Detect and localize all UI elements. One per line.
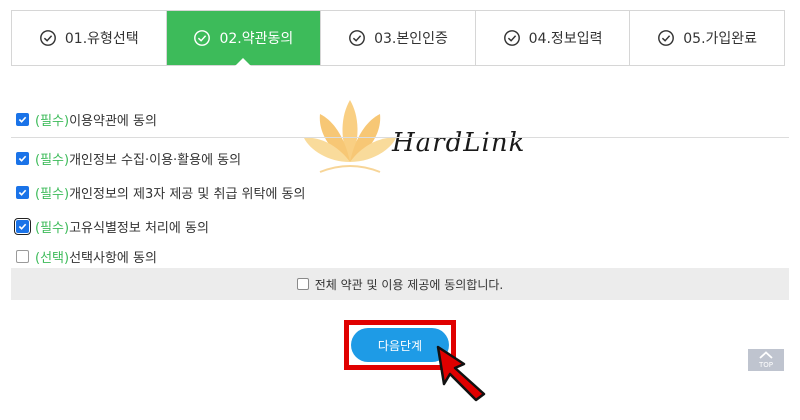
optional-tag: (선택) [35, 251, 70, 266]
agree-all-checkbox[interactable] [296, 278, 309, 290]
required-tag: (필수) [35, 114, 70, 129]
agreement-label: 고유식별정보 처리에 동의 [69, 221, 209, 236]
checkbox-checked[interactable] [16, 186, 29, 199]
step-signup-complete: 05.가입완료 [630, 11, 784, 65]
step-label: 02.약관동의 [219, 31, 294, 47]
step-identity-verify: 03.본인인증 [321, 11, 476, 65]
agreement-third-party[interactable]: (필수) 개인정보의 제3자 제공 및 취급 위탁에 동의 [16, 183, 305, 202]
required-tag: (필수) [35, 187, 70, 202]
step-label: 04.정보입력 [528, 31, 603, 47]
step-label: 01.유형선택 [64, 31, 139, 47]
signup-steps: 01.유형선택 02.약관동의 03.본인인증 04.정보입력 05.가입완료 [11, 10, 785, 66]
required-tag: (필수) [35, 221, 70, 236]
agreement-optional[interactable]: (선택) 선택사항에 동의 [16, 247, 157, 266]
chevron-up-icon [759, 351, 773, 359]
scroll-top-button[interactable]: TOP [748, 349, 784, 371]
watermark-text: HardLink [392, 128, 526, 158]
top-label: TOP [758, 361, 773, 369]
arrow-cursor-icon [436, 345, 486, 402]
agreement-privacy-collection[interactable]: (필수) 개인정보 수집·이용·활용에 동의 [16, 149, 241, 168]
checkbox-checked[interactable] [16, 152, 29, 165]
agreement-label: 개인정보 수집·이용·활용에 동의 [69, 153, 242, 168]
checkbox-checked[interactable] [14, 218, 31, 235]
agreement-unique-id[interactable]: (필수) 고유식별정보 처리에 동의 [14, 217, 209, 236]
checkbox-checked[interactable] [16, 113, 29, 126]
required-tag: (필수) [35, 153, 70, 168]
agreement-label: 개인정보의 제3자 제공 및 취급 위탁에 동의 [69, 187, 306, 202]
checkbox-unchecked[interactable] [16, 250, 29, 263]
agreement-terms[interactable]: (필수) 이용약관에 동의 [16, 110, 157, 129]
check-circle-icon [39, 30, 56, 46]
check-circle-icon [658, 30, 675, 46]
step-type-select: 01.유형선택 [12, 11, 167, 65]
agreement-label: 이용약관에 동의 [69, 114, 157, 129]
check-circle-icon [194, 30, 211, 46]
step-terms-agree: 02.약관동의 [166, 11, 322, 65]
check-circle-icon [503, 30, 520, 46]
step-label: 03.본인인증 [374, 31, 448, 47]
agreement-label: 선택사항에 동의 [69, 251, 157, 266]
agree-all-label: 전체 약관 및 이용 제공에 동의합니다. [314, 277, 504, 292]
divider [11, 137, 789, 138]
step-info-input: 04.정보입력 [476, 11, 631, 65]
agree-all-bar[interactable]: 전체 약관 및 이용 제공에 동의합니다. [11, 268, 789, 300]
check-circle-icon [349, 30, 365, 46]
step-label: 05.가입완료 [683, 31, 758, 47]
